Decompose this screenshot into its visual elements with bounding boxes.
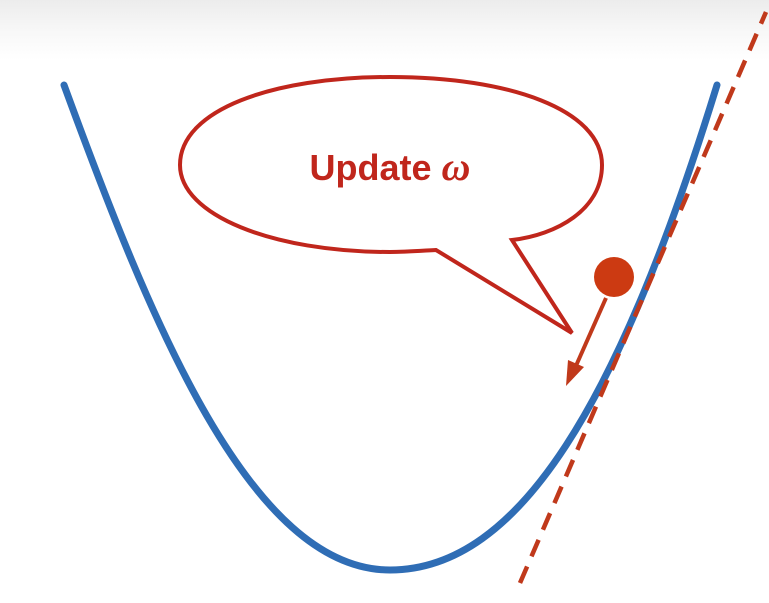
diagram-canvas: Update ω: [60, 11, 769, 584]
ball-marker: [594, 257, 634, 297]
speech-bubble: [177, 74, 605, 335]
descent-arrow-shaft: [573, 297, 608, 369]
update-label: Update: [310, 147, 442, 188]
gradient-descent-diagram: Update ω: [0, 0, 769, 603]
callout-text: Update ω: [310, 144, 471, 189]
omega-symbol: ω: [442, 144, 471, 189]
descent-arrow-head: [566, 360, 584, 386]
